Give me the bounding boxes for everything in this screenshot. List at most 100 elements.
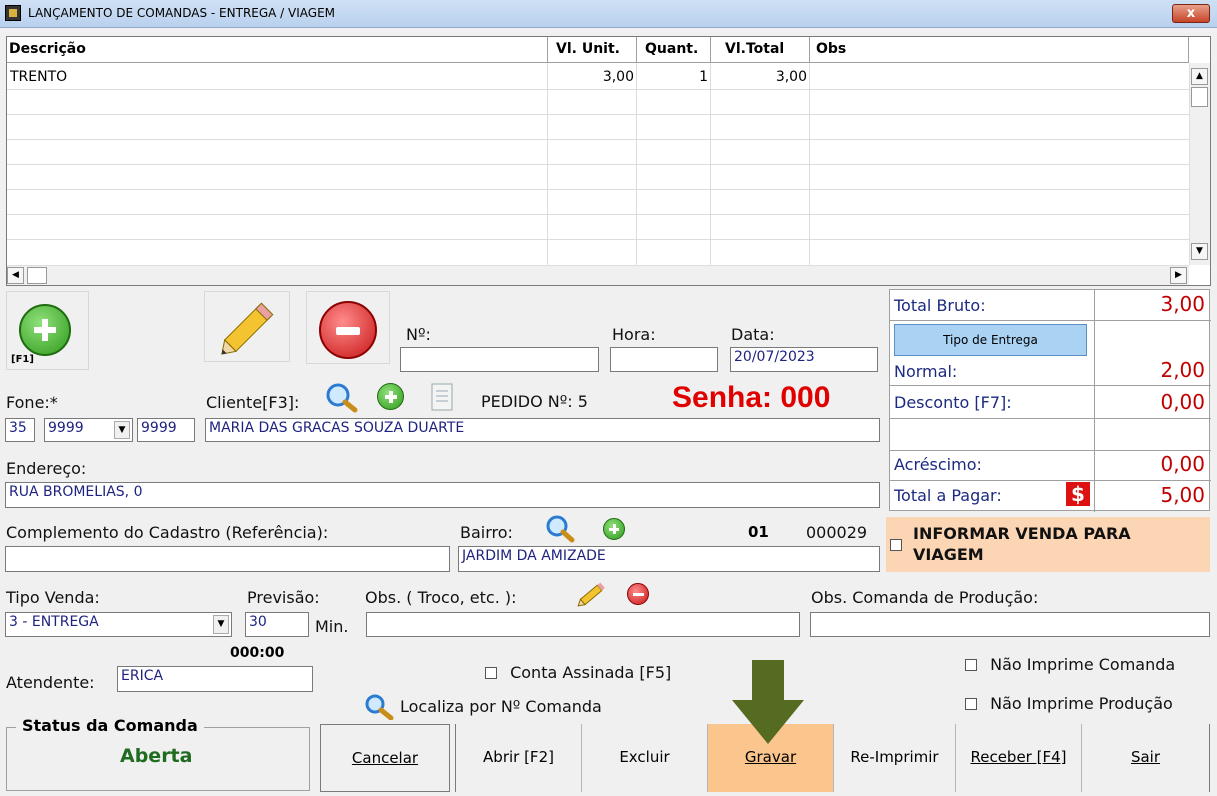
remove-item-button[interactable] bbox=[306, 291, 390, 364]
data-input[interactable]: 20/07/2023 bbox=[730, 347, 878, 372]
hora-label: Hora: bbox=[612, 325, 656, 344]
sair-button[interactable]: Sair bbox=[1082, 724, 1209, 792]
desconto-label: Desconto [F7]: bbox=[894, 393, 1012, 412]
cell-descricao: TRENTO bbox=[10, 69, 68, 85]
tipo-venda-select[interactable]: 3 - ENTREGA ▼ bbox=[5, 612, 232, 637]
minus-icon bbox=[319, 301, 377, 359]
add-hint: [F1] bbox=[11, 354, 34, 365]
abrir-button[interactable]: Abrir [F2] bbox=[456, 724, 582, 792]
complemento-input[interactable] bbox=[5, 546, 450, 572]
tipo-venda-value: 3 - ENTREGA bbox=[9, 614, 99, 630]
scroll-up-icon[interactable]: ▲ bbox=[1191, 68, 1208, 85]
endereco-input[interactable]: RUA BROMELIAS, 0 bbox=[5, 482, 880, 508]
total-bruto-label: Total Bruto: bbox=[894, 296, 986, 315]
client-document-icon[interactable] bbox=[423, 380, 461, 414]
add-client-icon[interactable] bbox=[372, 380, 410, 414]
cliente-label: Cliente[F3]: bbox=[206, 393, 300, 412]
bairro-label: Bairro: bbox=[460, 523, 513, 542]
fone-prefix-select[interactable]: 9999 ▼ bbox=[44, 418, 133, 442]
nao-imprime-comanda-checkbox[interactable]: Não Imprime Comanda bbox=[965, 654, 1175, 674]
scroll-thumb[interactable] bbox=[1191, 87, 1208, 107]
viagem-panel[interactable]: INFORMAR VENDA PARA VIAGEM bbox=[886, 517, 1210, 572]
clear-obs-icon[interactable] bbox=[622, 580, 656, 608]
cliente-name-input[interactable]: MARIA DAS GRACAS SOUZA DUARTE bbox=[205, 418, 880, 442]
tipo-venda-label: Tipo Venda: bbox=[6, 588, 100, 607]
previsao-input[interactable]: 30 bbox=[245, 612, 309, 637]
app-icon bbox=[5, 5, 21, 21]
status-title: Status da Comanda bbox=[16, 716, 204, 735]
checkbox-box[interactable] bbox=[965, 658, 977, 671]
data-label: Data: bbox=[731, 325, 775, 344]
normal-value: 2,00 bbox=[1160, 358, 1205, 382]
viagem-checkbox[interactable] bbox=[890, 539, 902, 551]
senha-label: Senha: 000 bbox=[672, 381, 831, 414]
order-number-input[interactable] bbox=[400, 347, 599, 372]
total-bruto-value: 3,00 bbox=[1160, 292, 1205, 316]
search-client-icon[interactable] bbox=[323, 380, 361, 414]
endereco-label: Endereço: bbox=[6, 459, 87, 478]
acrescimo-label: Acréscimo: bbox=[894, 455, 982, 474]
fone-prefix-value: 9999 bbox=[48, 420, 84, 436]
items-grid[interactable]: Descrição Vl. Unit. Quant. Vl.Total Obs … bbox=[6, 36, 1211, 286]
viagem-label: INFORMAR VENDA PARA VIAGEM bbox=[913, 524, 1131, 564]
plus-icon bbox=[19, 304, 71, 356]
nao-imprime-producao-checkbox[interactable]: Não Imprime Produção bbox=[965, 693, 1173, 713]
close-button[interactable]: x bbox=[1172, 4, 1210, 23]
conta-assinada-checkbox[interactable]: Conta Assinada [F5] bbox=[485, 662, 671, 682]
complemento-label: Complemento do Cadastro (Referência): bbox=[6, 523, 329, 542]
tipo-entrega-button[interactable]: Tipo de Entrega bbox=[894, 324, 1087, 356]
cell-vl-unit: 3,00 bbox=[602, 69, 634, 85]
fone-number-input[interactable]: 9999 bbox=[137, 418, 195, 442]
pedido-number: PEDIDO Nº: 5 bbox=[481, 392, 588, 411]
localiza-comanda-link[interactable]: Localiza por Nº Comanda bbox=[400, 697, 602, 716]
atendente-label: Atendente: bbox=[6, 673, 95, 692]
atendente-input[interactable]: ERICA bbox=[117, 666, 313, 692]
nao-imprime-comanda-label: Não Imprime Comanda bbox=[990, 655, 1176, 674]
hora-input[interactable] bbox=[610, 347, 718, 372]
cancelar-label: Cancelar bbox=[351, 749, 419, 767]
search-bairro-icon[interactable] bbox=[540, 513, 580, 543]
hscroll-thumb[interactable] bbox=[27, 267, 47, 284]
vertical-scrollbar[interactable]: ▲ ▼ bbox=[1189, 63, 1210, 265]
desconto-value: 0,00 bbox=[1160, 390, 1205, 414]
checkbox-box[interactable] bbox=[485, 666, 497, 679]
previsao-label: Previsão: bbox=[247, 588, 320, 607]
normal-label: Normal: bbox=[894, 362, 958, 381]
window-title: LANÇAMENTO DE COMANDAS - ENTREGA / VIAGE… bbox=[28, 6, 336, 20]
edit-item-button[interactable] bbox=[204, 291, 290, 362]
excluir-button[interactable]: Excluir bbox=[582, 724, 708, 792]
fone-ddd-input[interactable]: 35 bbox=[5, 418, 35, 442]
scroll-right-icon[interactable]: ▶ bbox=[1170, 267, 1187, 284]
arrow-down-icon bbox=[732, 660, 804, 744]
min-label: Min. bbox=[315, 617, 349, 636]
search-comanda-icon[interactable] bbox=[361, 692, 399, 721]
obs-producao-input[interactable] bbox=[810, 612, 1210, 637]
timer: 000:00 bbox=[230, 645, 285, 661]
chevron-down-icon[interactable]: ▼ bbox=[213, 615, 229, 634]
cancelar-button[interactable]: Cancelar bbox=[320, 724, 450, 792]
add-item-button[interactable]: [F1] bbox=[6, 291, 89, 370]
checkbox-box[interactable] bbox=[965, 697, 977, 710]
column-header-obs[interactable]: Obs bbox=[810, 37, 1189, 63]
status-value: Aberta bbox=[120, 745, 193, 767]
obs-input[interactable] bbox=[366, 612, 800, 637]
pencil-icon bbox=[221, 302, 274, 355]
cell-vl-total: 3,00 bbox=[775, 69, 807, 85]
add-bairro-icon[interactable] bbox=[600, 515, 630, 543]
column-header-descricao[interactable]: Descrição bbox=[7, 37, 548, 63]
column-header-quant[interactable]: Quant. bbox=[637, 37, 711, 63]
edit-obs-icon[interactable] bbox=[576, 580, 610, 608]
reimprimir-button[interactable]: Re-Imprimir bbox=[834, 724, 956, 792]
column-header-vl-unit[interactable]: Vl. Unit. bbox=[548, 37, 637, 63]
nao-imprime-producao-label: Não Imprime Produção bbox=[990, 694, 1173, 713]
bairro-input[interactable]: JARDIM DA AMIZADE bbox=[458, 546, 880, 572]
scroll-left-icon[interactable]: ◀ bbox=[7, 267, 24, 284]
sair-label: Sair bbox=[1130, 748, 1161, 766]
currency-icon[interactable]: $ bbox=[1066, 482, 1090, 506]
receber-button[interactable]: Receber [F4] bbox=[956, 724, 1082, 792]
total-pagar-label: Total a Pagar: bbox=[894, 486, 1002, 505]
horizontal-scrollbar[interactable]: ◀ ▶ bbox=[7, 265, 1189, 285]
column-header-vl-total[interactable]: Vl.Total bbox=[711, 37, 810, 63]
scroll-down-icon[interactable]: ▼ bbox=[1191, 243, 1208, 260]
chevron-down-icon[interactable]: ▼ bbox=[114, 421, 130, 439]
